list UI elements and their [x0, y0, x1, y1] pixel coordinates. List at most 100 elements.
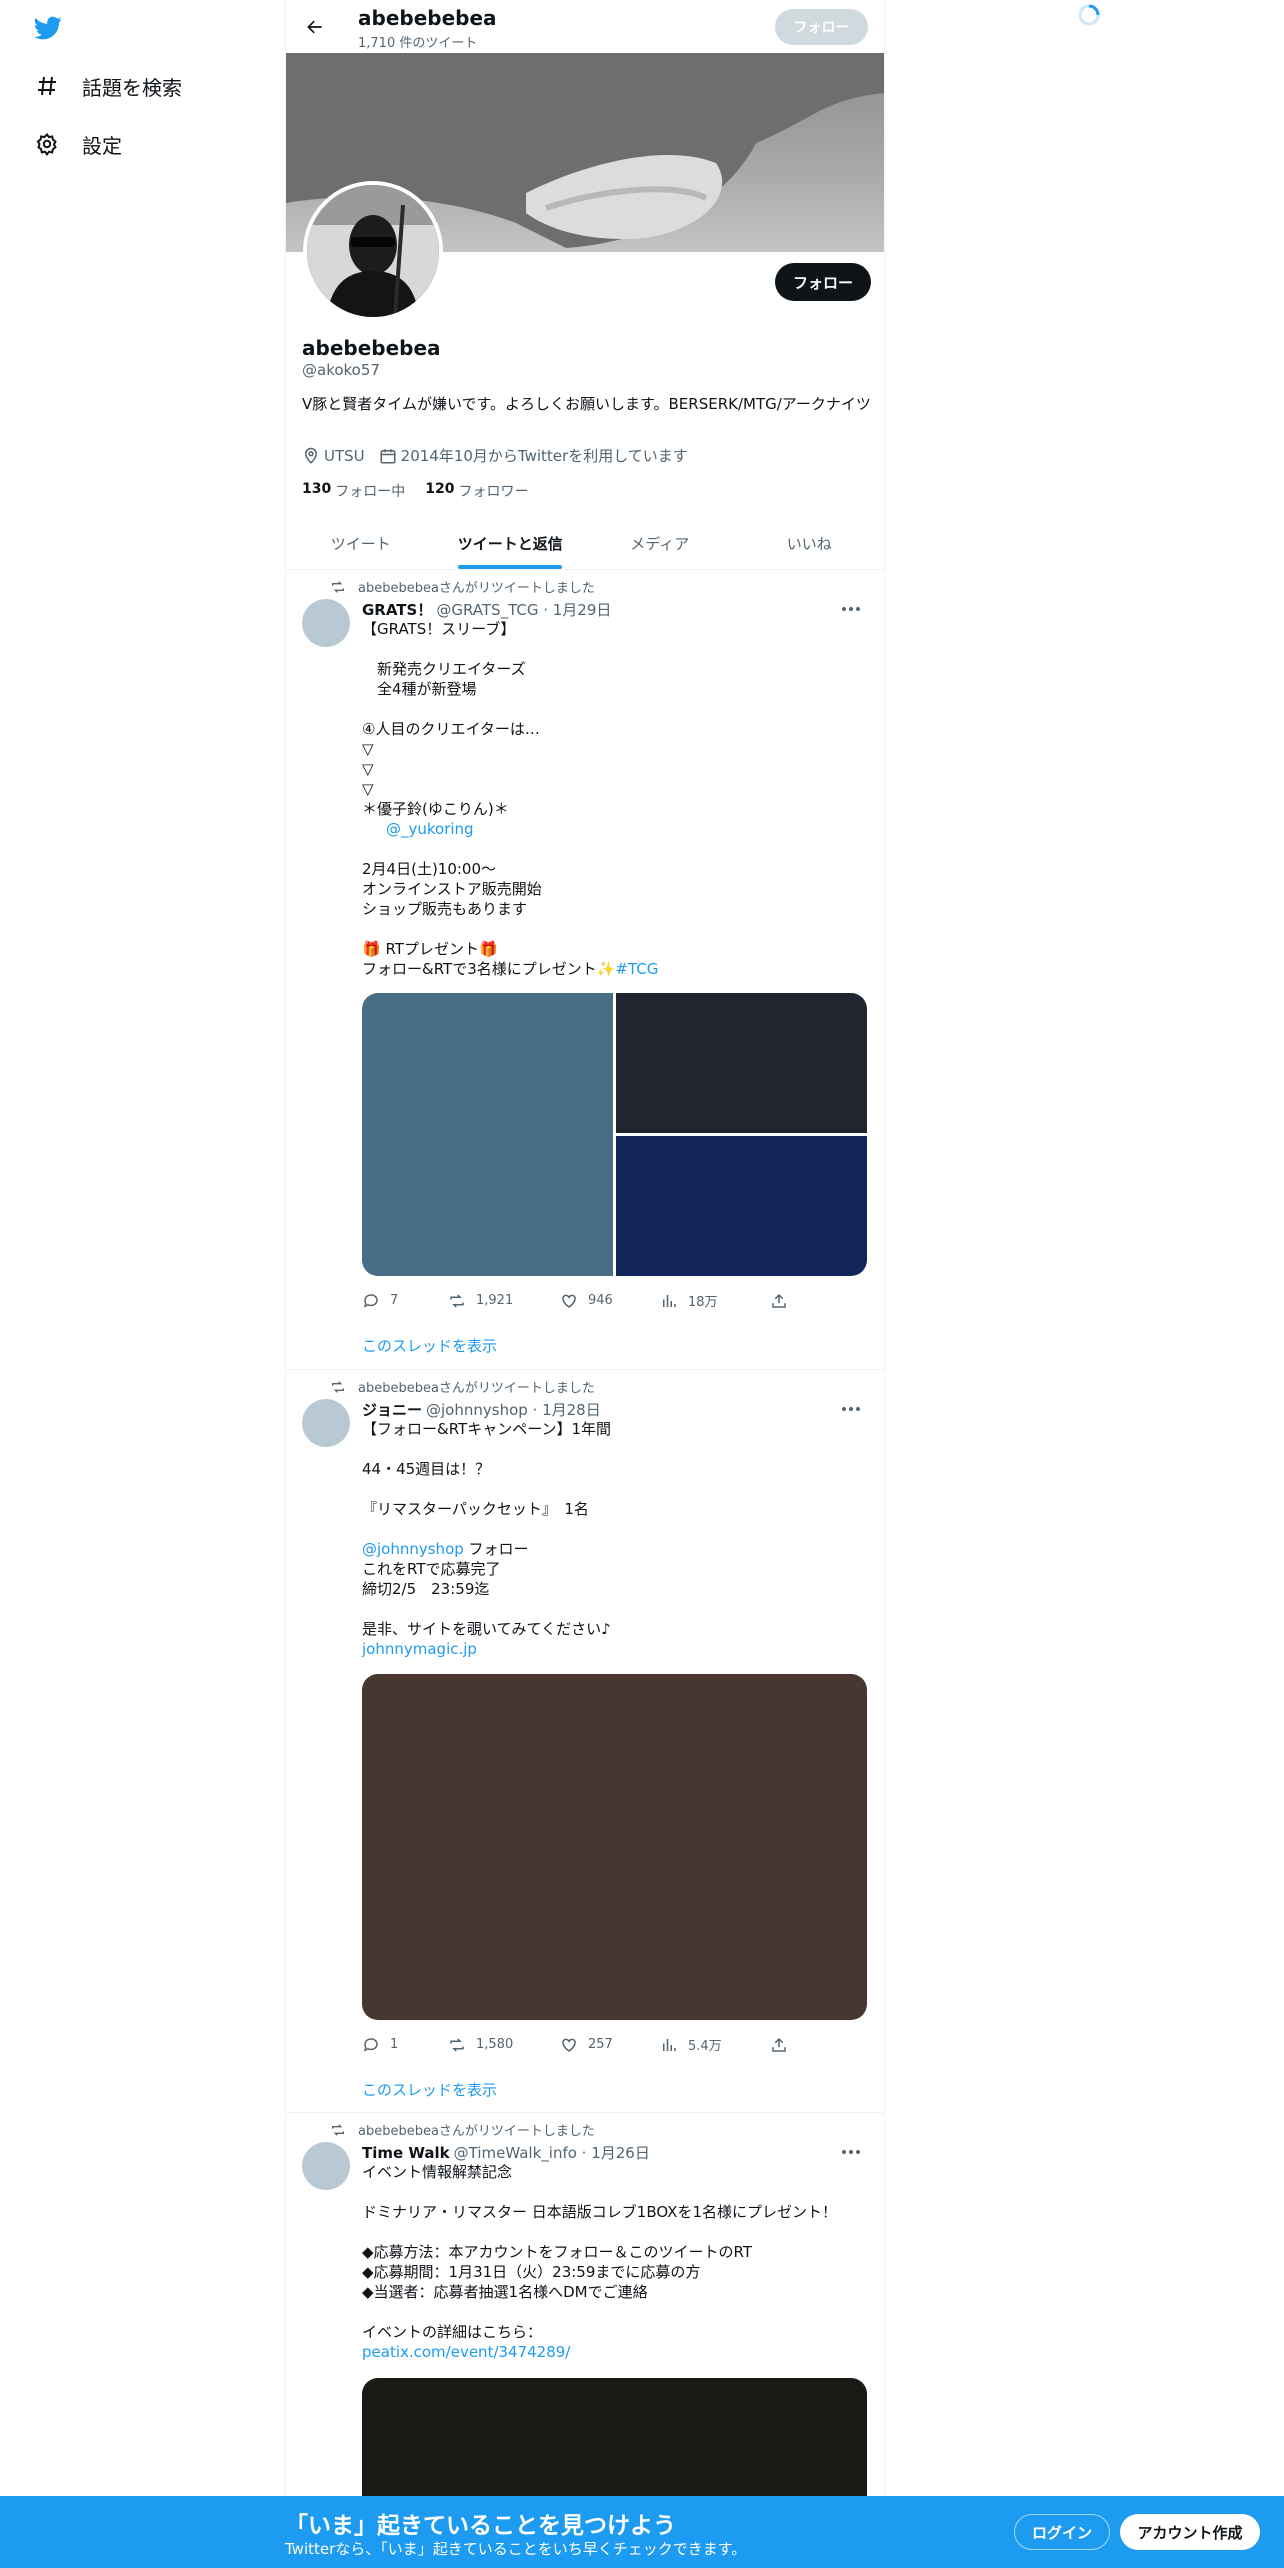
- tweet-text: 【フォロー&RTキャンペーン】1年間 44・45週目は！？ 『リマスターパックセ…: [362, 1420, 611, 1658]
- hashtag-link[interactable]: #TCG: [615, 960, 658, 978]
- header-tweet-count: 1,710 件のツイート: [358, 36, 478, 51]
- tab-likes[interactable]: いいね: [735, 517, 885, 569]
- profile-location-text: UTSU: [324, 446, 365, 465]
- location-pin-icon: [304, 447, 318, 464]
- retweet-button[interactable]: 1,921: [448, 1292, 560, 1310]
- profile-follow-button[interactable]: フォロー: [775, 263, 871, 301]
- tweet-header: Time Walk @TimeWalk_info · 1月26日: [362, 2142, 650, 2163]
- tweet-text: イベント情報解禁記念 ドミナリア・リマスター 日本語版コレブ1BOXを1名様にプ…: [362, 2163, 838, 2361]
- profile-name: abebebebea: [302, 336, 441, 360]
- heart-icon: [562, 1294, 576, 1308]
- retweet-note: abebebebeaさんがリツイートしました: [330, 577, 595, 596]
- profile-bio: V豚と賢者タイムが嫌いです。よろしくお願いします。BERSERK/MTG/アーク…: [302, 395, 871, 413]
- external-link[interactable]: johnnymagic.jp: [362, 1640, 477, 1658]
- reply-icon: [363, 1293, 378, 1308]
- main-column: abebebebea 1,710 件のツイート フォロー フォロー abebeb…: [285, 0, 885, 2568]
- tweet-item[interactable]: abebebebeaさんがリツイートしました GRATS！ @GRATS_TCG…: [286, 571, 884, 1370]
- loading-spinner-icon: [1077, 3, 1101, 27]
- more-options-icon[interactable]: [838, 1399, 864, 1419]
- profile-tabs: ツイート ツイートと返信 メディア いいね: [286, 517, 884, 570]
- signup-button[interactable]: アカウント作成: [1120, 2514, 1260, 2550]
- nav-settings[interactable]: 設定: [34, 124, 122, 164]
- tweet-avatar[interactable]: [302, 599, 350, 647]
- twitter-logo-icon[interactable]: [32, 14, 66, 44]
- signup-banner-subtitle: Twitterなら、「いま」起きていることをいち早くチェックできます。: [285, 2540, 747, 2558]
- tweet-header: ジョニー @johnnyshop · 1月28日: [362, 1399, 601, 1420]
- retweet-icon: [332, 580, 344, 593]
- profile-header-bar: abebebebea 1,710 件のツイート フォロー: [286, 0, 884, 53]
- chart-icon: [663, 1294, 676, 1307]
- reply-icon: [363, 2037, 378, 2052]
- retweet-icon: [332, 1380, 344, 1393]
- retweet-icon: [450, 1293, 464, 1308]
- more-options-icon[interactable]: [838, 2142, 864, 2162]
- back-button[interactable]: [300, 12, 330, 42]
- retweet-note: abebebebeaさんがリツイートしました: [330, 2120, 595, 2139]
- profile-avatar[interactable]: [303, 181, 443, 321]
- hashtag-icon: [34, 73, 60, 99]
- tweet-image[interactable]: [362, 1674, 867, 2020]
- retweet-icon: [450, 2037, 464, 2052]
- following-link[interactable]: 130 フォロー中: [302, 481, 405, 501]
- views-button[interactable]: 5.4万: [660, 2035, 770, 2054]
- retweet-button[interactable]: 1,580: [448, 2036, 560, 2054]
- tweet-author-name[interactable]: Time Walk: [362, 2144, 450, 2162]
- share-button[interactable]: [770, 2036, 798, 2054]
- tweet-actions: 7 1,921 946 18万: [362, 1291, 798, 1310]
- profile-follow-stats: 130 フォロー中 120 フォロワー: [302, 481, 548, 501]
- tweet-image-3[interactable]: [616, 1136, 867, 1276]
- reply-button[interactable]: 1: [362, 2036, 448, 2054]
- tweet-author-meta[interactable]: @GRATS_TCG · 1月29日: [436, 599, 611, 620]
- more-options-icon[interactable]: [838, 599, 864, 619]
- tweet-media-grid[interactable]: [362, 993, 867, 1276]
- reply-button[interactable]: 7: [362, 1292, 448, 1310]
- like-button[interactable]: 257: [560, 2036, 660, 2054]
- calendar-icon: [380, 448, 396, 463]
- profile-joined: 2014年10月からTwitterを利用しています: [379, 445, 688, 466]
- profile-handle: @akoko57: [302, 361, 380, 379]
- mention-link[interactable]: @_yukoring: [386, 820, 474, 838]
- tweet-author-meta[interactable]: @TimeWalk_info · 1月26日: [454, 2142, 650, 2163]
- tweet-header: GRATS！ @GRATS_TCG · 1月29日: [362, 599, 611, 620]
- tweet-author-name[interactable]: GRATS！: [362, 599, 432, 620]
- show-thread-link[interactable]: このスレッドを表示: [362, 1335, 497, 1356]
- tab-tweets-and-replies[interactable]: ツイートと返信: [436, 517, 586, 569]
- share-button[interactable]: [770, 1292, 798, 1310]
- arrow-left-icon: [307, 20, 322, 34]
- share-icon: [772, 2037, 786, 2052]
- tweet-avatar[interactable]: [302, 2142, 350, 2190]
- profile-location: UTSU: [302, 447, 365, 465]
- tweet-item[interactable]: abebebebeaさんがリツイートしました ジョニー @johnnyshop …: [286, 1371, 884, 2113]
- signup-banner: 「いま」起きていることを見つけよう Twitterなら、「いま」起きていることを…: [0, 2496, 1284, 2568]
- nav-explore[interactable]: 話題を検索: [34, 66, 182, 106]
- header-follow-button[interactable]: フォロー: [775, 9, 868, 45]
- views-button[interactable]: 18万: [660, 1291, 770, 1310]
- followers-link[interactable]: 120 フォロワー: [425, 481, 528, 501]
- tweet-author-meta[interactable]: @johnnyshop · 1月28日: [426, 1399, 601, 1420]
- login-button[interactable]: ログイン: [1014, 2514, 1110, 2550]
- retweet-note: abebebebeaさんがリツイートしました: [330, 1377, 595, 1396]
- nav-settings-label: 設定: [82, 133, 122, 158]
- chart-icon: [663, 2038, 676, 2051]
- heart-icon: [562, 2038, 576, 2052]
- nav-explore-label: 話題を検索: [82, 75, 182, 100]
- like-button[interactable]: 946: [560, 1292, 660, 1310]
- external-link[interactable]: peatix.com/event/3474289/: [362, 2343, 570, 2361]
- tweet-image-1[interactable]: [362, 993, 613, 1276]
- profile-joined-text: 2014年10月からTwitterを利用しています: [400, 447, 688, 465]
- tweet-author-name[interactable]: ジョニー: [362, 1399, 422, 1420]
- tweet-actions: 1 1,580 257 5.4万: [362, 2035, 798, 2054]
- tweet-text: 【GRATS！スリーブ】 新発売クリエイターズ 全4種が新登場 ④人目のクリエイ…: [362, 620, 659, 978]
- share-icon: [772, 1293, 786, 1308]
- profile-meta: UTSU 2014年10月からTwitterを利用しています: [302, 445, 702, 466]
- mention-link[interactable]: @johnnyshop: [362, 1540, 464, 1558]
- tweet-avatar[interactable]: [302, 1399, 350, 1447]
- signup-banner-title: 「いま」起きていることを見つけよう: [285, 2513, 676, 2539]
- tab-tweets[interactable]: ツイート: [286, 517, 436, 569]
- tab-media[interactable]: メディア: [585, 517, 735, 569]
- gear-icon: [34, 131, 60, 157]
- show-thread-link[interactable]: このスレッドを表示: [362, 2079, 497, 2100]
- header-profile-name: abebebebea: [358, 6, 497, 30]
- retweet-icon: [332, 2123, 344, 2136]
- tweet-image-2[interactable]: [616, 993, 867, 1133]
